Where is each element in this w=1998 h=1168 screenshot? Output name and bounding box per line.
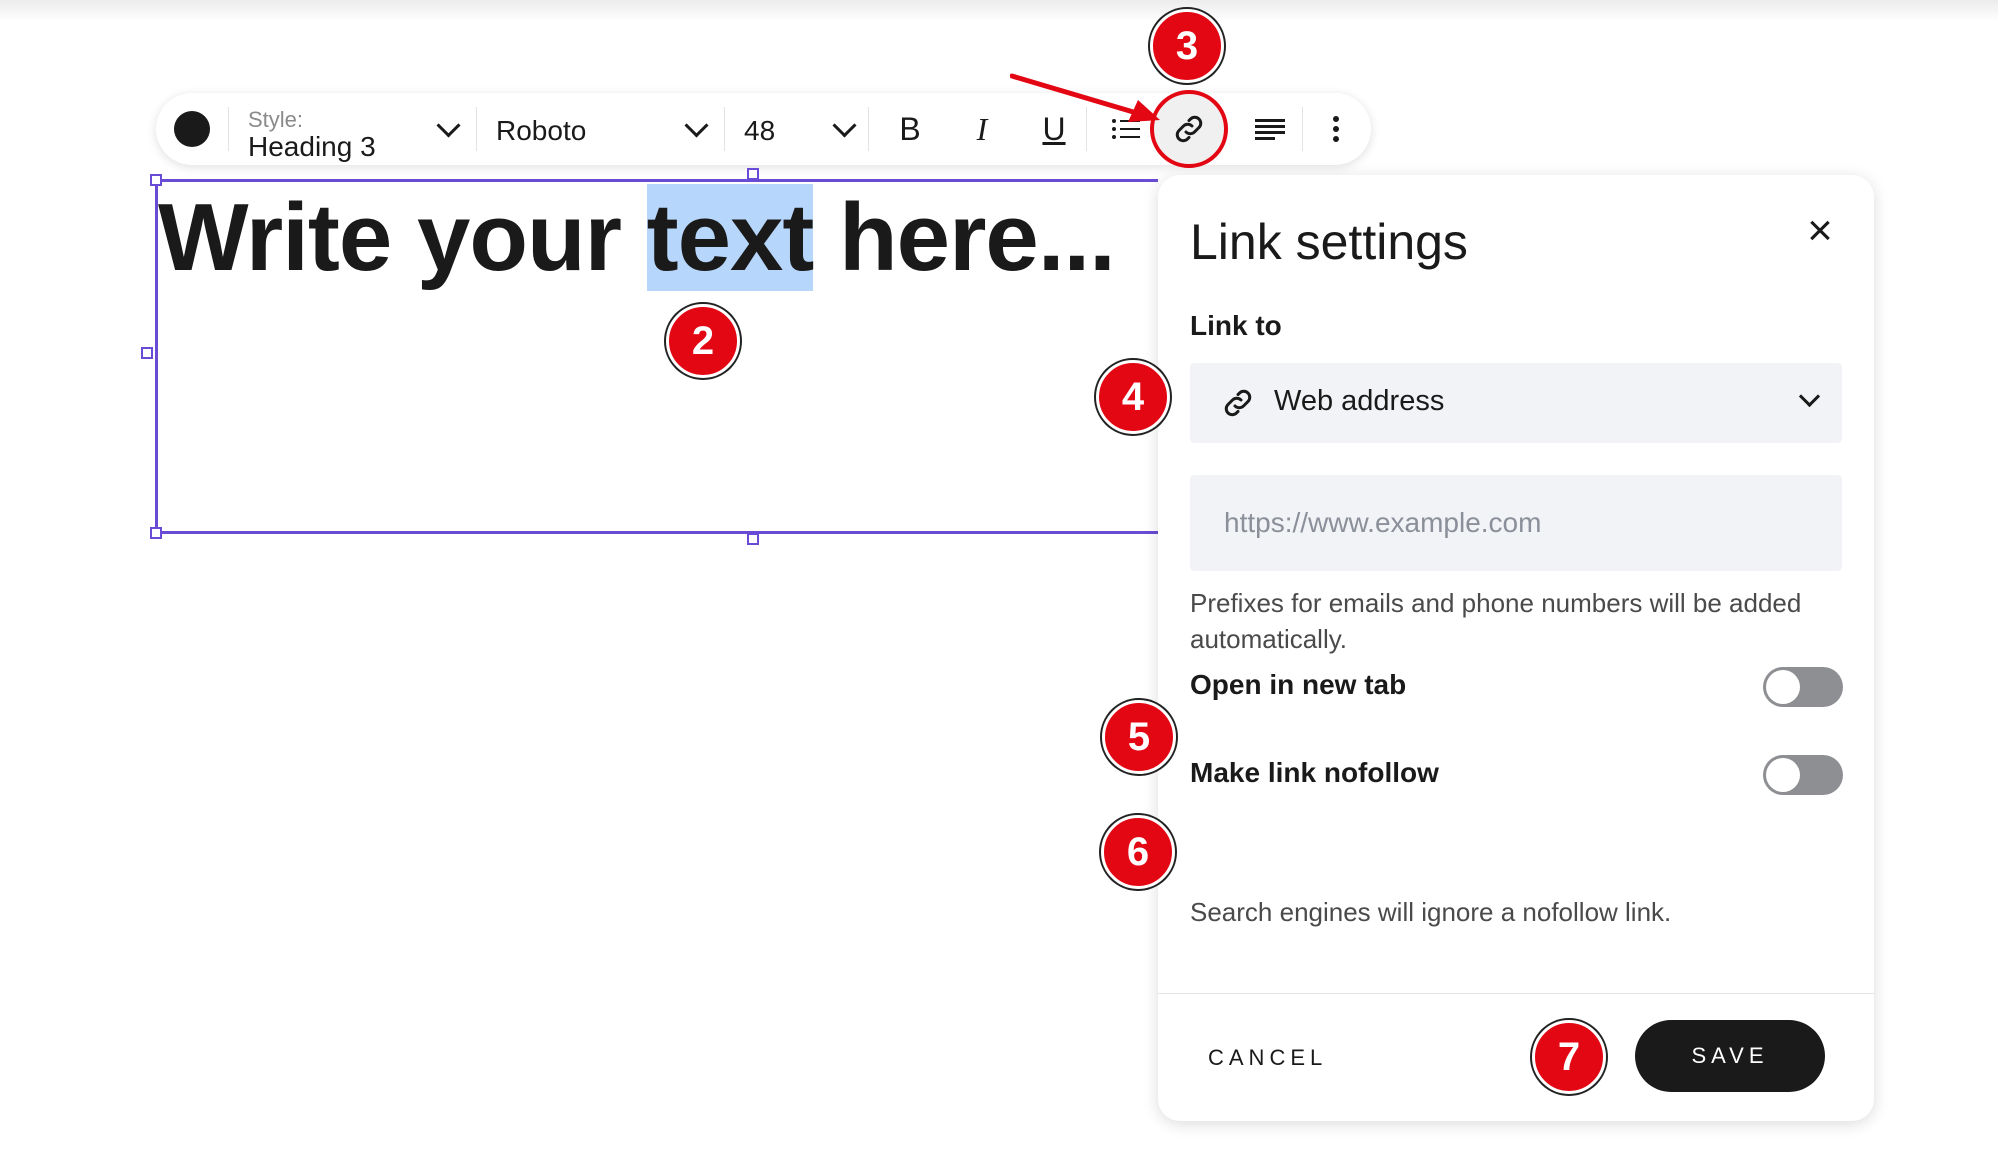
annotation-marker: 7 bbox=[1532, 1020, 1606, 1094]
bold-icon: B bbox=[899, 110, 921, 147]
toolbar-divider bbox=[868, 107, 869, 151]
panel-title: Link settings bbox=[1190, 214, 1468, 270]
link-settings-panel: Link settings × Link to Web address Pref… bbox=[1158, 175, 1874, 1121]
align-left-icon bbox=[1255, 119, 1285, 140]
annotation-marker: 6 bbox=[1101, 815, 1175, 889]
style-value: Heading 3 bbox=[248, 131, 376, 162]
chevron-down-icon bbox=[1798, 385, 1821, 408]
heading-text-before: Write your bbox=[158, 184, 647, 291]
url-input[interactable] bbox=[1190, 475, 1842, 571]
link-to-label: Link to bbox=[1190, 310, 1282, 341]
link-type-value: Web address bbox=[1274, 385, 1445, 417]
resize-handle[interactable] bbox=[747, 168, 759, 180]
chevron-down-icon bbox=[436, 113, 461, 138]
more-vertical-icon bbox=[1333, 116, 1339, 142]
link-icon bbox=[1175, 115, 1203, 143]
heading-text[interactable]: Write your text here... bbox=[158, 180, 1116, 296]
align-button[interactable] bbox=[1246, 105, 1294, 153]
heading-text-after: here... bbox=[813, 184, 1116, 291]
bold-button[interactable]: B bbox=[886, 105, 934, 153]
italic-icon: I bbox=[976, 110, 988, 147]
font-dropdown[interactable]: Roboto bbox=[496, 101, 736, 157]
annotation-marker: 3 bbox=[1150, 9, 1224, 83]
font-size-dropdown[interactable]: 48 bbox=[744, 101, 864, 157]
nofollow-hint: Search engines will ignore a nofollow li… bbox=[1190, 897, 1672, 927]
toolbar-divider bbox=[228, 107, 229, 151]
chevron-down-icon bbox=[684, 113, 709, 138]
top-shadow bbox=[0, 0, 1998, 22]
toggle-knob bbox=[1766, 758, 1800, 792]
annotation-marker: 2 bbox=[666, 304, 740, 378]
prefix-hint: Prefixes for emails and phone numbers wi… bbox=[1190, 588, 1802, 654]
resize-handle[interactable] bbox=[141, 347, 153, 359]
resize-handle[interactable] bbox=[150, 527, 162, 539]
text-color-swatch[interactable] bbox=[174, 111, 210, 147]
cancel-button[interactable]: CANCEL bbox=[1208, 1045, 1327, 1071]
link-icon bbox=[1224, 389, 1252, 417]
open-new-tab-label: Open in new tab bbox=[1190, 669, 1407, 700]
footer-divider bbox=[1158, 993, 1874, 994]
toolbar-divider bbox=[724, 107, 725, 151]
close-icon: × bbox=[1807, 206, 1833, 255]
selected-text: text bbox=[646, 184, 814, 291]
nofollow-toggle[interactable] bbox=[1763, 755, 1843, 795]
annotation-arrow-icon bbox=[1010, 73, 1160, 122]
font-value: Roboto bbox=[496, 115, 587, 146]
font-size-value: 48 bbox=[744, 115, 776, 146]
close-button[interactable]: × bbox=[1796, 207, 1844, 255]
resize-handle[interactable] bbox=[747, 533, 759, 545]
more-options-button[interactable] bbox=[1312, 105, 1360, 153]
toolbar-divider bbox=[1302, 107, 1303, 151]
nofollow-label: Make link nofollow bbox=[1190, 757, 1439, 788]
link-type-dropdown[interactable]: Web address bbox=[1190, 363, 1842, 443]
italic-button[interactable]: I bbox=[958, 105, 1006, 153]
style-dropdown[interactable]: Style: Heading 3 bbox=[248, 101, 488, 162]
annotation-marker: 4 bbox=[1096, 360, 1170, 434]
open-new-tab-toggle[interactable] bbox=[1763, 667, 1843, 707]
annotation-marker: 5 bbox=[1102, 700, 1176, 774]
style-label: Style: bbox=[248, 107, 304, 132]
chevron-down-icon bbox=[832, 113, 857, 138]
toggle-knob bbox=[1766, 670, 1800, 704]
save-button[interactable]: SAVE bbox=[1635, 1020, 1825, 1092]
toolbar-divider bbox=[476, 107, 477, 151]
